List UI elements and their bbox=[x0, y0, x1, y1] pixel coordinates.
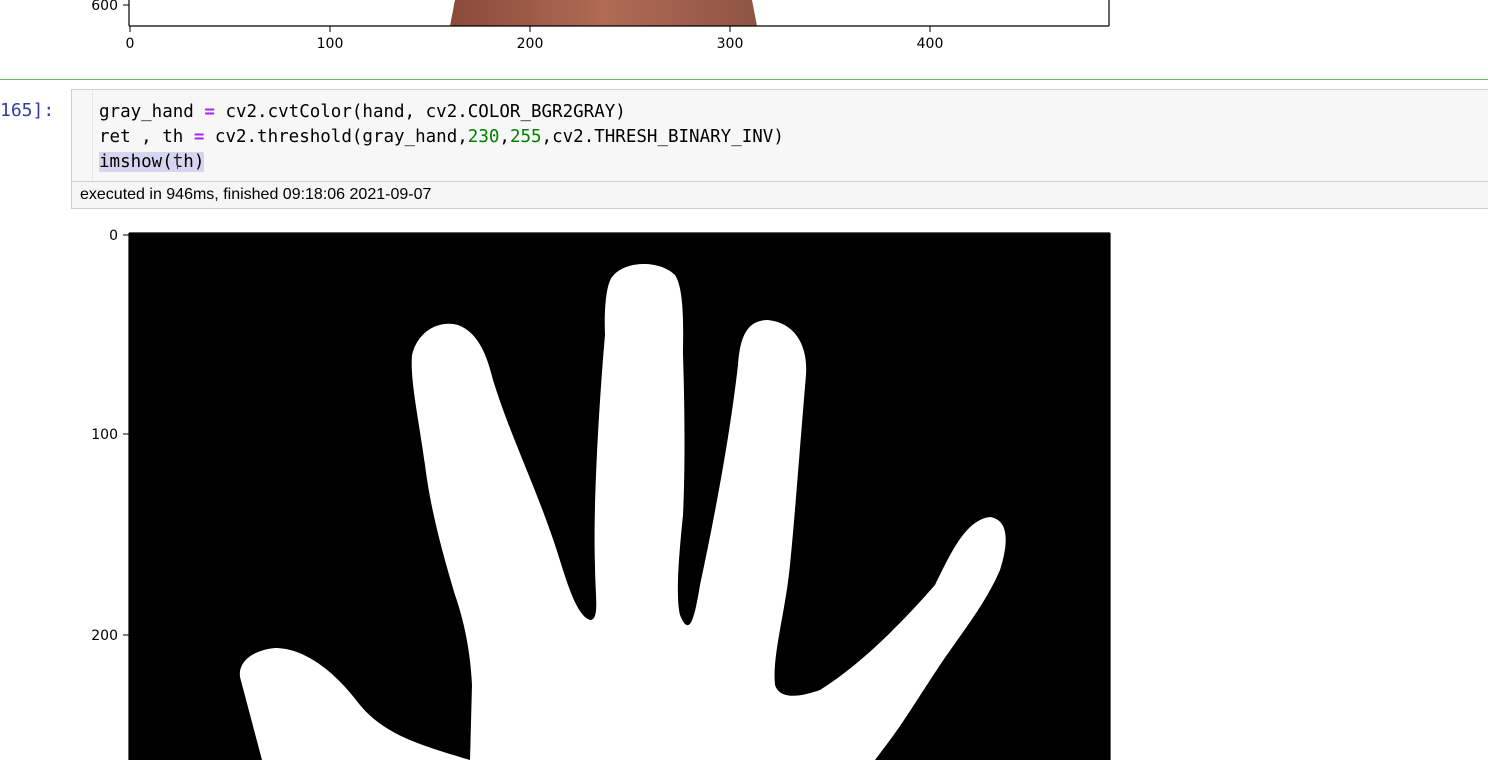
previous-output-plot: 600 0 100 200 300 400 bbox=[0, 0, 1140, 60]
x-tick-label: 200 bbox=[517, 36, 544, 52]
selected-text[interactable]: imshow(th) bbox=[99, 152, 205, 172]
code-line-2[interactable]: ret , th = cv2.threshold(gray_hand,230,2… bbox=[99, 127, 784, 147]
cell-prompt: 165]: bbox=[0, 100, 55, 121]
cell-gutter bbox=[72, 90, 93, 181]
code-line-1[interactable]: gray_hand = cv2.cvtColor(hand, cv2.COLOR… bbox=[99, 102, 626, 122]
execution-status: executed in 946ms, finished 09:18:06 202… bbox=[71, 181, 1488, 209]
x-tick-label: 300 bbox=[717, 36, 744, 52]
hand-image-fragment bbox=[450, 0, 757, 26]
output-plot: 0 100 200 bbox=[0, 215, 1140, 760]
code-line-3[interactable]: imshow(th) bbox=[99, 152, 205, 172]
y-tick-label-0: 0 bbox=[109, 228, 118, 244]
x-tick-label: 0 bbox=[126, 36, 135, 52]
code-editor[interactable]: gray_hand = cv2.cvtColor(hand, cv2.COLOR… bbox=[99, 100, 784, 175]
x-tick-label: 400 bbox=[917, 36, 944, 52]
y-tick-label-200: 200 bbox=[91, 628, 118, 644]
x-tick-label: 100 bbox=[317, 36, 344, 52]
y-tick-label-600: 600 bbox=[91, 0, 118, 14]
cell-separator bbox=[0, 79, 1488, 80]
code-cell-input[interactable]: gray_hand = cv2.cvtColor(hand, cv2.COLOR… bbox=[71, 89, 1488, 181]
text-cursor-icon bbox=[177, 153, 178, 169]
y-tick-label-100: 100 bbox=[91, 427, 118, 443]
